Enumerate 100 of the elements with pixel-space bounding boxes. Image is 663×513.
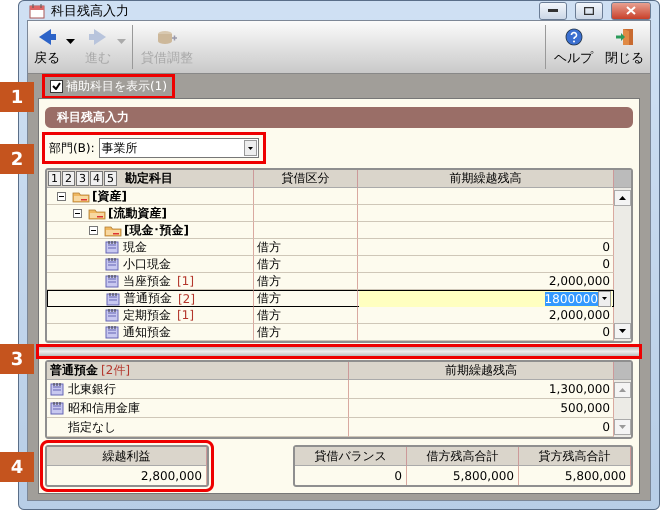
level-button[interactable]: 2 <box>62 171 75 186</box>
account-book-icon <box>50 382 64 396</box>
column-header: 前期繰越残高 <box>358 170 614 188</box>
window-title: 科目残高入力 <box>51 2 130 20</box>
checkbox-label: 補助科目を表示(1) <box>66 78 167 94</box>
group-name: [資産] <box>92 188 127 204</box>
level-button[interactable]: 1 <box>48 171 61 186</box>
close-button[interactable] <box>611 2 651 20</box>
level-button[interactable]: 5 <box>104 171 117 186</box>
department-label: 部門(B): <box>49 140 95 156</box>
help-icon <box>564 28 582 46</box>
forward-arrow-icon <box>88 28 108 46</box>
minimize-button[interactable] <box>539 2 567 20</box>
maximize-button[interactable] <box>575 2 603 20</box>
summary-value: 2,800,000 <box>47 466 207 485</box>
column-header: 前期繰越残高 <box>349 362 614 380</box>
collapse-icon[interactable] <box>73 208 82 218</box>
group-name: [流動資産] <box>108 204 167 222</box>
scrollbar[interactable] <box>614 188 631 341</box>
sub-account-name-cell[interactable]: 昭和信用金庫 <box>47 399 349 418</box>
account-book-icon <box>105 274 119 288</box>
balance-cell: 0 <box>358 256 614 273</box>
sub-account-count: [1] <box>177 274 194 288</box>
summary-value: 5,800,000 <box>519 466 631 485</box>
close-icon <box>626 6 636 15</box>
check-icon <box>52 82 61 90</box>
callout-number: 3 <box>0 344 34 374</box>
dropdown-caret-icon[interactable] <box>66 38 75 44</box>
summary-value: 0 <box>295 466 407 485</box>
debit-credit-cell: 借方 <box>254 290 358 307</box>
balance-cell: 0 <box>349 418 614 437</box>
department-select[interactable]: 事業所 <box>98 138 259 158</box>
callout-number: 4 <box>0 452 34 482</box>
folder-icon <box>88 206 106 220</box>
collapse-icon[interactable] <box>89 226 98 234</box>
panel-title: 科目残高入力 <box>45 107 633 128</box>
account-name: 普通預金 <box>124 290 172 307</box>
exit-button[interactable]: 閉じる <box>599 21 650 73</box>
sub-table-title: 普通預金 <box>50 362 98 379</box>
debit-credit-cell: 借方 <box>254 307 358 324</box>
summary-header: 貸方残高合計 <box>519 447 631 466</box>
account-name-cell[interactable]: 定期預金 [1] <box>47 307 254 324</box>
balance-cell: 0 <box>358 324 614 341</box>
account-name: 通知預金 <box>123 324 171 340</box>
scroll-down-icon <box>619 425 626 429</box>
account-name-cell[interactable]: 当座預金 [1] <box>47 273 254 290</box>
account-name-cell[interactable]: 通知預金 <box>47 324 254 341</box>
sub-account-name-cell[interactable]: 北東銀行 <box>47 380 349 399</box>
scroll-down-icon <box>619 329 626 333</box>
account-name-cell[interactable]: 現金 <box>47 239 254 256</box>
level-button[interactable]: 4 <box>90 171 103 186</box>
sub-account-name-cell[interactable]: 指定なし <box>47 418 349 437</box>
folder-icon <box>104 224 122 236</box>
account-book-icon <box>105 325 119 339</box>
debit-credit-cell: 借方 <box>254 324 358 341</box>
maximize-icon <box>584 6 594 14</box>
debit-credit-cell: 借方 <box>254 256 358 273</box>
summary-header: 借方残高合計 <box>407 447 519 466</box>
level-button[interactable]: 3 <box>76 171 89 186</box>
balance-cell: 2,000,000 <box>358 307 614 324</box>
column-header: 勘定科目 <box>125 170 173 187</box>
account-name: 現金 <box>123 238 147 256</box>
back-arrow-icon <box>37 28 57 46</box>
scrollbar-corner <box>614 170 631 188</box>
exit-door-icon <box>614 28 634 46</box>
tree-group-row[interactable]: [流動資産] <box>47 205 254 222</box>
summary-value: 5,800,000 <box>407 466 519 485</box>
group-name: [現金･預金] <box>124 222 189 238</box>
callout-number: 1 <box>0 82 34 112</box>
scrollbar-corner <box>614 362 631 380</box>
tree-group-row[interactable]: [資産] <box>47 188 254 205</box>
tree-group-row[interactable]: [現金･預金] <box>47 222 254 239</box>
balance-cell: 1,300,000 <box>349 380 614 399</box>
balance-cell: 500,000 <box>349 399 614 418</box>
balance-cell: 0 <box>358 239 614 256</box>
scrollbar[interactable] <box>614 380 631 437</box>
column-header: 貸借区分 <box>254 170 358 188</box>
checkbox[interactable] <box>50 80 63 92</box>
account-book-icon <box>105 240 119 254</box>
scroll-up-icon <box>619 388 626 392</box>
account-name-cell[interactable]: 普通預金 [2] <box>47 290 254 307</box>
debit-credit-cell: 借方 <box>254 273 358 290</box>
scroll-up-icon <box>619 196 626 200</box>
account-book-icon <box>50 401 64 415</box>
back-button[interactable]: 戻る <box>28 21 66 73</box>
help-button[interactable]: ヘルプ <box>548 21 599 73</box>
account-book-icon <box>106 292 120 306</box>
calendar-icon <box>29 2 45 18</box>
debit-credit-cell: 借方 <box>254 239 358 256</box>
callout-number: 2 <box>0 144 34 174</box>
account-name: 当座預金 <box>123 272 171 290</box>
sub-account-count: [2件] <box>101 362 130 379</box>
dropdown-caret-icon <box>602 297 607 300</box>
summary-header: 繰越利益 <box>47 447 207 466</box>
sub-account-count: [2] <box>178 292 195 306</box>
collapse-icon[interactable] <box>57 192 66 200</box>
dropdown-caret-icon <box>248 146 253 150</box>
account-name-cell[interactable]: 小口現金 <box>47 256 254 273</box>
account-book-icon <box>105 257 119 271</box>
account-name: 定期預金 <box>123 306 171 324</box>
